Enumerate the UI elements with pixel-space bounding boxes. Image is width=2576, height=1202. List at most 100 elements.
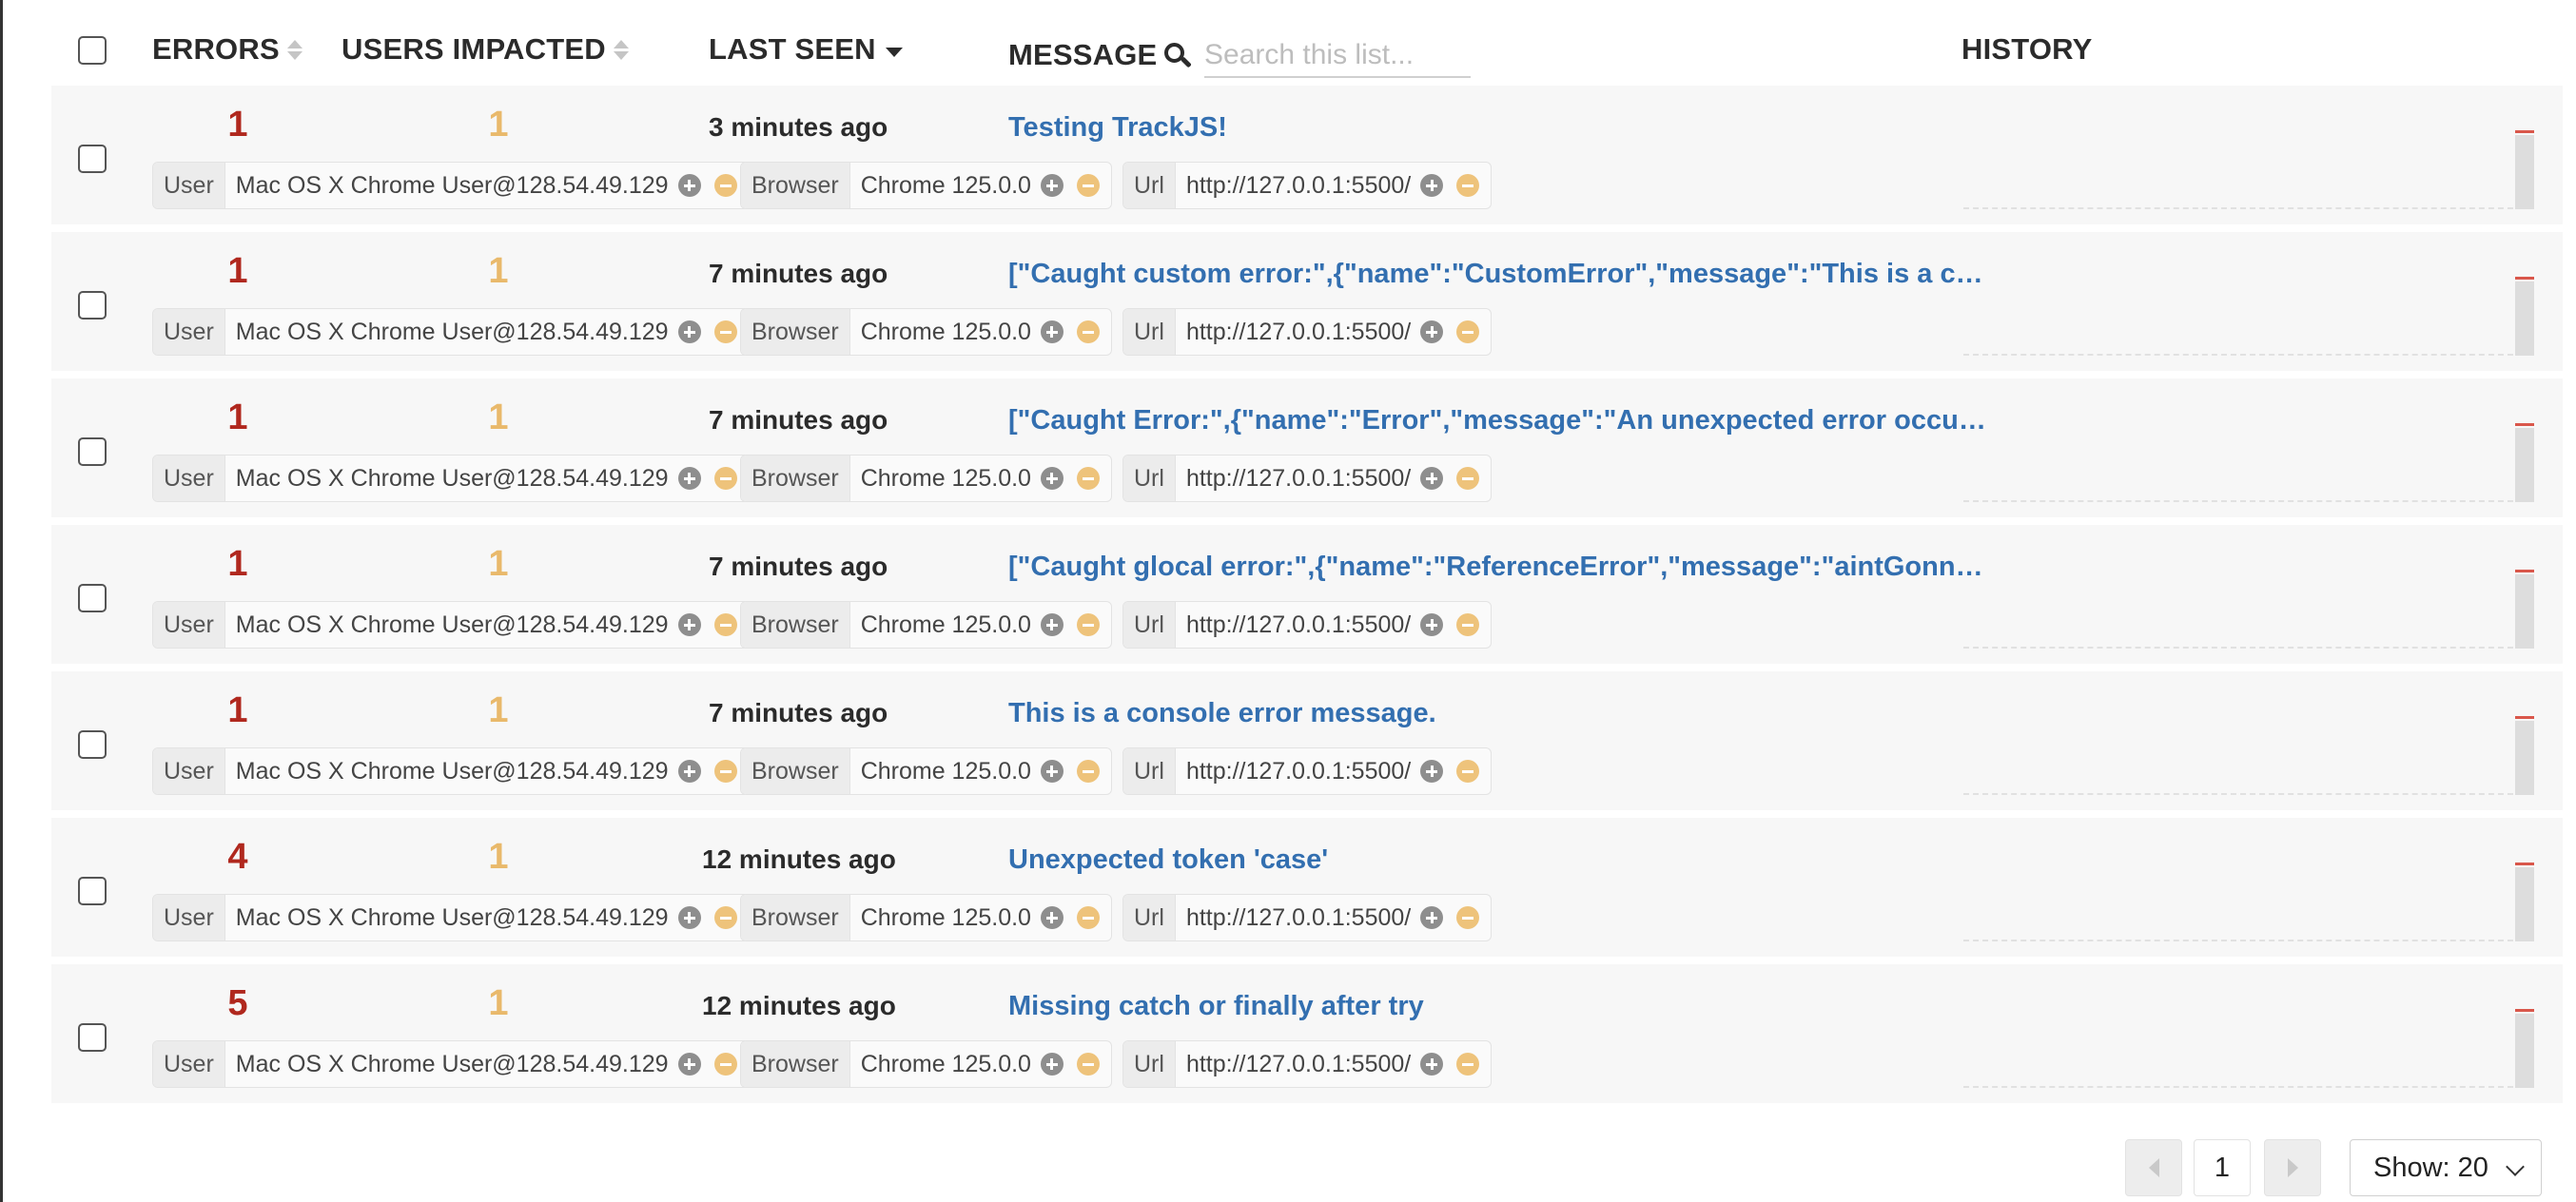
errors-column-header[interactable]: ERRORS: [152, 32, 302, 67]
history-bar: [2515, 428, 2534, 502]
tag-key: Url: [1123, 456, 1176, 501]
plus-circle-icon[interactable]: [1040, 174, 1064, 197]
history-baseline: [1963, 793, 2513, 795]
user-tag: User Mac OS X Chrome User@128.54.49.129: [152, 894, 750, 941]
user-tag: User Mac OS X Chrome User@128.54.49.129: [152, 1040, 750, 1088]
minus-circle-icon[interactable]: [1456, 174, 1480, 197]
minus-circle-icon[interactable]: [1076, 174, 1100, 197]
users-impacted-column-header[interactable]: USERS IMPACTED: [342, 32, 629, 67]
tag-value: Chrome 125.0.0: [860, 611, 1031, 638]
error-row[interactable]: 4 1 12 minutes ago Unexpected token 'cas…: [51, 818, 2563, 957]
tag-key: User: [153, 1041, 225, 1087]
row-checkbox[interactable]: [78, 730, 107, 759]
user-tag: User Mac OS X Chrome User@128.54.49.129: [152, 747, 750, 795]
last-seen-time: 7 minutes ago: [709, 552, 888, 581]
minus-circle-icon[interactable]: [713, 467, 737, 490]
error-count: 1: [227, 690, 248, 730]
plus-circle-icon[interactable]: [1420, 906, 1444, 929]
sort-icon: [613, 39, 629, 60]
minus-circle-icon[interactable]: [713, 174, 737, 197]
error-message-link[interactable]: ["Caught Error:",{"name":"Error","messag…: [1008, 405, 1988, 436]
plus-circle-icon[interactable]: [677, 174, 701, 197]
prev-page-button[interactable]: [2125, 1139, 2182, 1196]
minus-circle-icon[interactable]: [1076, 760, 1100, 783]
error-message-link[interactable]: This is a console error message.: [1008, 698, 1436, 729]
tag-value: http://127.0.0.1:5500/: [1185, 318, 1412, 345]
history-sparkline: [1963, 114, 2534, 209]
plus-circle-icon[interactable]: [1040, 467, 1064, 490]
plus-circle-icon[interactable]: [677, 467, 701, 490]
minus-circle-icon[interactable]: [713, 320, 737, 343]
row-checkbox[interactable]: [78, 145, 107, 173]
row-checkbox[interactable]: [78, 584, 107, 612]
page-size-select[interactable]: Show: 20: [2350, 1139, 2542, 1196]
minus-circle-icon[interactable]: [1456, 906, 1480, 929]
tag-value: Mac OS X Chrome User@128.54.49.129: [235, 1050, 669, 1077]
chevron-right-icon: [2287, 1158, 2298, 1177]
search-box: [1164, 34, 1471, 78]
minus-circle-icon[interactable]: [1076, 320, 1100, 343]
plus-circle-icon[interactable]: [1420, 174, 1444, 197]
history-baseline: [1963, 940, 2513, 941]
page-size-label: Show: 20: [2373, 1152, 2488, 1183]
row-checkbox[interactable]: [78, 437, 107, 466]
error-message-link[interactable]: ["Caught glocal error:",{"name":"Referen…: [1008, 552, 1988, 583]
plus-circle-icon[interactable]: [1420, 760, 1444, 783]
plus-circle-icon[interactable]: [1040, 760, 1064, 783]
last-seen-time: 12 minutes ago: [702, 991, 896, 1020]
error-message-link[interactable]: Missing catch or finally after try: [1008, 991, 1424, 1022]
row-checkbox[interactable]: [78, 877, 107, 905]
minus-circle-icon[interactable]: [1456, 320, 1480, 343]
minus-circle-icon[interactable]: [713, 613, 737, 636]
plus-circle-icon[interactable]: [1420, 1053, 1444, 1076]
tag-value: http://127.0.0.1:5500/: [1185, 464, 1412, 492]
last-seen-column-header[interactable]: LAST SEEN: [709, 32, 903, 67]
error-row[interactable]: 5 1 12 minutes ago Missing catch or fina…: [51, 964, 2563, 1103]
plus-circle-icon[interactable]: [1040, 613, 1064, 636]
minus-circle-icon[interactable]: [713, 1053, 737, 1076]
minus-circle-icon[interactable]: [1076, 906, 1100, 929]
plus-circle-icon[interactable]: [1040, 1053, 1064, 1076]
minus-circle-icon[interactable]: [1076, 467, 1100, 490]
minus-circle-icon[interactable]: [713, 760, 737, 783]
minus-circle-icon[interactable]: [1456, 613, 1480, 636]
next-page-button[interactable]: [2264, 1139, 2321, 1196]
row-checkbox[interactable]: [78, 1023, 107, 1052]
plus-circle-icon[interactable]: [1040, 320, 1064, 343]
history-bar-cap: [2515, 716, 2534, 719]
select-all-checkbox[interactable]: [78, 36, 107, 65]
error-row[interactable]: 1 1 3 minutes ago Testing TrackJS! User …: [51, 86, 2563, 224]
error-message-link[interactable]: Unexpected token 'case': [1008, 844, 1328, 876]
plus-circle-icon[interactable]: [677, 320, 701, 343]
history-bar-cap: [2515, 570, 2534, 572]
error-message-link[interactable]: Testing TrackJS!: [1008, 112, 1227, 144]
plus-circle-icon[interactable]: [677, 906, 701, 929]
error-count: 1: [227, 251, 248, 291]
plus-circle-icon[interactable]: [677, 760, 701, 783]
row-checkbox[interactable]: [78, 291, 107, 320]
error-row[interactable]: 1 1 7 minutes ago ["Caught Error:",{"nam…: [51, 378, 2563, 517]
history-header-label: HISTORY: [1961, 32, 2093, 66]
history-baseline: [1963, 1086, 2513, 1088]
plus-circle-icon[interactable]: [1420, 613, 1444, 636]
plus-circle-icon[interactable]: [1420, 467, 1444, 490]
plus-circle-icon[interactable]: [1040, 906, 1064, 929]
url-tag: Url http://127.0.0.1:5500/: [1122, 162, 1493, 209]
minus-circle-icon[interactable]: [713, 906, 737, 929]
tag-value: Mac OS X Chrome User@128.54.49.129: [235, 464, 669, 492]
minus-circle-icon[interactable]: [1076, 1053, 1100, 1076]
history-baseline: [1963, 354, 2513, 356]
tag-key: Browser: [741, 456, 850, 501]
error-row[interactable]: 1 1 7 minutes ago This is a console erro…: [51, 671, 2563, 810]
minus-circle-icon[interactable]: [1076, 613, 1100, 636]
minus-circle-icon[interactable]: [1456, 467, 1480, 490]
plus-circle-icon[interactable]: [1420, 320, 1444, 343]
error-row[interactable]: 1 1 7 minutes ago ["Caught glocal error:…: [51, 525, 2563, 664]
minus-circle-icon[interactable]: [1456, 760, 1480, 783]
search-input[interactable]: [1204, 34, 1471, 78]
error-message-link[interactable]: ["Caught custom error:",{"name":"CustomE…: [1008, 259, 1988, 290]
error-row[interactable]: 1 1 7 minutes ago ["Caught custom error:…: [51, 232, 2563, 371]
plus-circle-icon[interactable]: [677, 1053, 701, 1076]
minus-circle-icon[interactable]: [1456, 1053, 1480, 1076]
plus-circle-icon[interactable]: [677, 613, 701, 636]
